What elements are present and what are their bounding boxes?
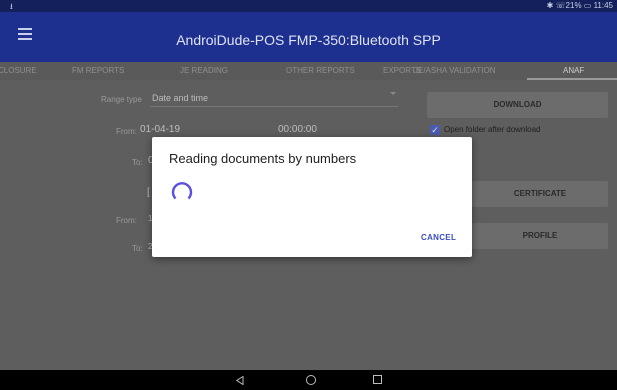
recents-square-icon[interactable] <box>373 375 382 384</box>
open-folder-label: Open folder after download <box>444 125 541 134</box>
tab-je-asha-validation[interactable]: JE/ASHA Validation <box>414 62 496 80</box>
tab-other-reports[interactable]: Other Reports <box>286 62 355 80</box>
bracket-partial: [ <box>147 187 150 198</box>
chevron-down-icon[interactable] <box>390 92 396 95</box>
from-label: From: <box>116 127 137 136</box>
dialog-title: Reading documents by numbers <box>169 151 357 166</box>
certificate-button[interactable]: Certificate <box>472 181 608 207</box>
progress-dialog: Reading documents by numbers CANCEL <box>152 137 472 257</box>
app-title: AndroiDude-POS FMP-350:Bluetooth SPP <box>176 32 441 48</box>
profile-button[interactable]: Profile <box>472 223 608 249</box>
tab-fm-reports[interactable]: FM Reports <box>72 62 124 80</box>
from-time-field[interactable]: 00:00:00 <box>278 124 317 135</box>
range-type-underline <box>150 106 398 107</box>
range-type-select[interactable]: Date and time <box>152 93 208 103</box>
range-type-label: Range type <box>101 95 142 104</box>
home-circle-icon[interactable] <box>306 375 316 385</box>
back-triangle-icon[interactable] <box>236 376 244 385</box>
system-nav-bar <box>0 370 617 390</box>
open-folder-checkbox[interactable]: ✓ <box>430 125 440 135</box>
to-label: To: <box>132 158 143 167</box>
download-button[interactable]: Download <box>427 92 608 118</box>
status-bar: ⭳ ✱ ☏21% ▭ 11:45 <box>0 0 617 12</box>
tab-closure[interactable]: Closure <box>0 62 37 80</box>
tab-je-reading[interactable]: JE Reading <box>180 62 228 80</box>
status-indicators: ✱ ☏21% ▭ 11:45 <box>546 1 613 10</box>
cancel-button[interactable]: CANCEL <box>421 233 456 242</box>
loading-spinner-icon <box>171 182 193 200</box>
to2-label: To: <box>132 244 143 253</box>
from-date-field[interactable]: 01-04-19 <box>140 124 180 135</box>
app-bar: AndroiDude-POS FMP-350:Bluetooth SPP <box>0 12 617 62</box>
from2-label: From: <box>116 216 137 225</box>
tab-bar: Closure FM Reports JE Reading Other Repo… <box>0 62 617 80</box>
